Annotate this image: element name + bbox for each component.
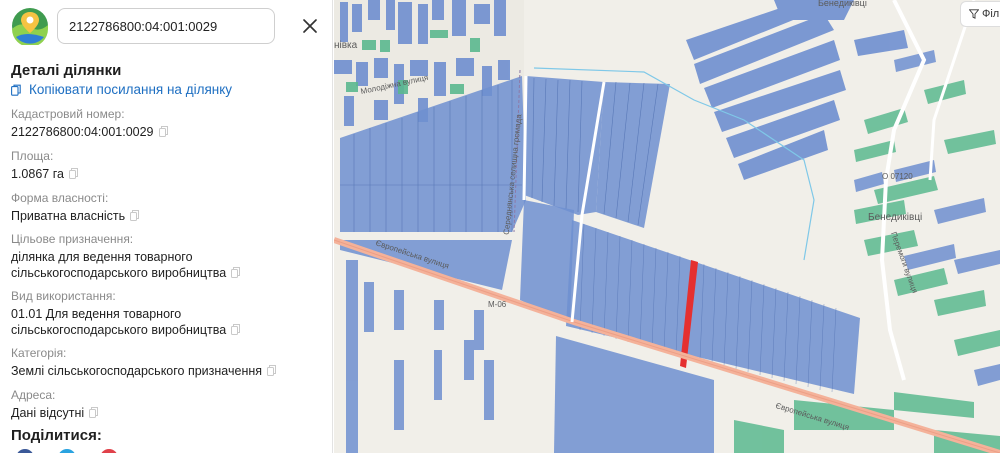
email-share-icon[interactable] — [100, 449, 118, 453]
cadastral-search-input[interactable] — [57, 8, 275, 44]
field-ownership: Форма власності: Приватна власність — [11, 191, 321, 224]
share-buttons — [16, 449, 118, 453]
field-label: Вид використання: — [11, 289, 116, 303]
field-label: Цільове призначення: — [11, 232, 134, 246]
filter-label: Філ — [982, 8, 1000, 20]
field-label: Площа: — [11, 149, 54, 163]
field-value: 2122786800:04:001:0029 — [11, 125, 154, 139]
map-label-road-o07120: О 07120 — [882, 172, 913, 181]
field-address: Адреса: Дані відсутні — [11, 388, 321, 421]
facebook-share-icon[interactable] — [16, 449, 34, 453]
map-label-village-right: Бенедиківці — [868, 212, 923, 223]
app-logo-icon[interactable] — [11, 7, 49, 47]
field-value: Приватна власність — [11, 209, 126, 223]
details-title: Деталі ділянки — [11, 62, 122, 79]
field-cadastral-number: Кадастровий номер: 2122786800:04:001:002… — [11, 107, 321, 140]
field-label: Форма власності: — [11, 191, 109, 205]
close-icon[interactable] — [298, 14, 322, 38]
copy-icon[interactable] — [89, 407, 99, 418]
field-value: ділянка для ведення товарного сільського… — [11, 250, 227, 280]
copy-icon[interactable] — [231, 267, 241, 278]
copy-icon[interactable] — [267, 365, 277, 376]
field-category: Категорія: Землі сільськогосподарського … — [11, 346, 321, 379]
field-label: Адреса: — [11, 388, 56, 402]
copy-icon[interactable] — [231, 324, 241, 335]
map-canvas[interactable]: нівка Бенедиківці Бенедиківці М-06 О 071… — [334, 0, 1000, 453]
map-layer — [334, 0, 1000, 453]
filter-button[interactable]: Філ — [960, 1, 1000, 27]
field-label: Категорія: — [11, 346, 67, 360]
field-purpose: Цільове призначення: ділянка для ведення… — [11, 232, 321, 281]
field-value: Дані відсутні — [11, 406, 85, 420]
field-value: Землі сільськогосподарського призначення — [11, 364, 263, 378]
parcel-details-panel: Деталі ділянки Копіювати посилання на ді… — [0, 0, 333, 453]
copy-icon[interactable] — [130, 210, 140, 221]
field-area: Площа: 1.0867 га — [11, 149, 321, 182]
copy-icon — [11, 84, 21, 96]
field-label: Кадастровий номер: — [11, 107, 125, 121]
copy-link-button[interactable]: Копіювати посилання на ділянку — [11, 82, 232, 97]
map-label-village-fragment: нівка — [334, 40, 358, 51]
field-value: 1.0867 га — [11, 167, 64, 181]
telegram-share-icon[interactable] — [58, 449, 76, 453]
field-usage: Вид використання: 01.01 Для ведення това… — [11, 289, 321, 338]
map-label-village-top: Бенедиківці — [818, 0, 867, 8]
map-label-road-m06: М-06 — [488, 300, 507, 309]
copy-icon[interactable] — [158, 126, 168, 137]
copy-link-label: Копіювати посилання на ділянку — [29, 82, 233, 97]
filter-icon — [969, 9, 979, 19]
copy-icon[interactable] — [68, 168, 78, 179]
share-title: Поділитися: — [11, 427, 102, 444]
field-value: 01.01 Для ведення товарного сільськогосп… — [11, 307, 227, 337]
